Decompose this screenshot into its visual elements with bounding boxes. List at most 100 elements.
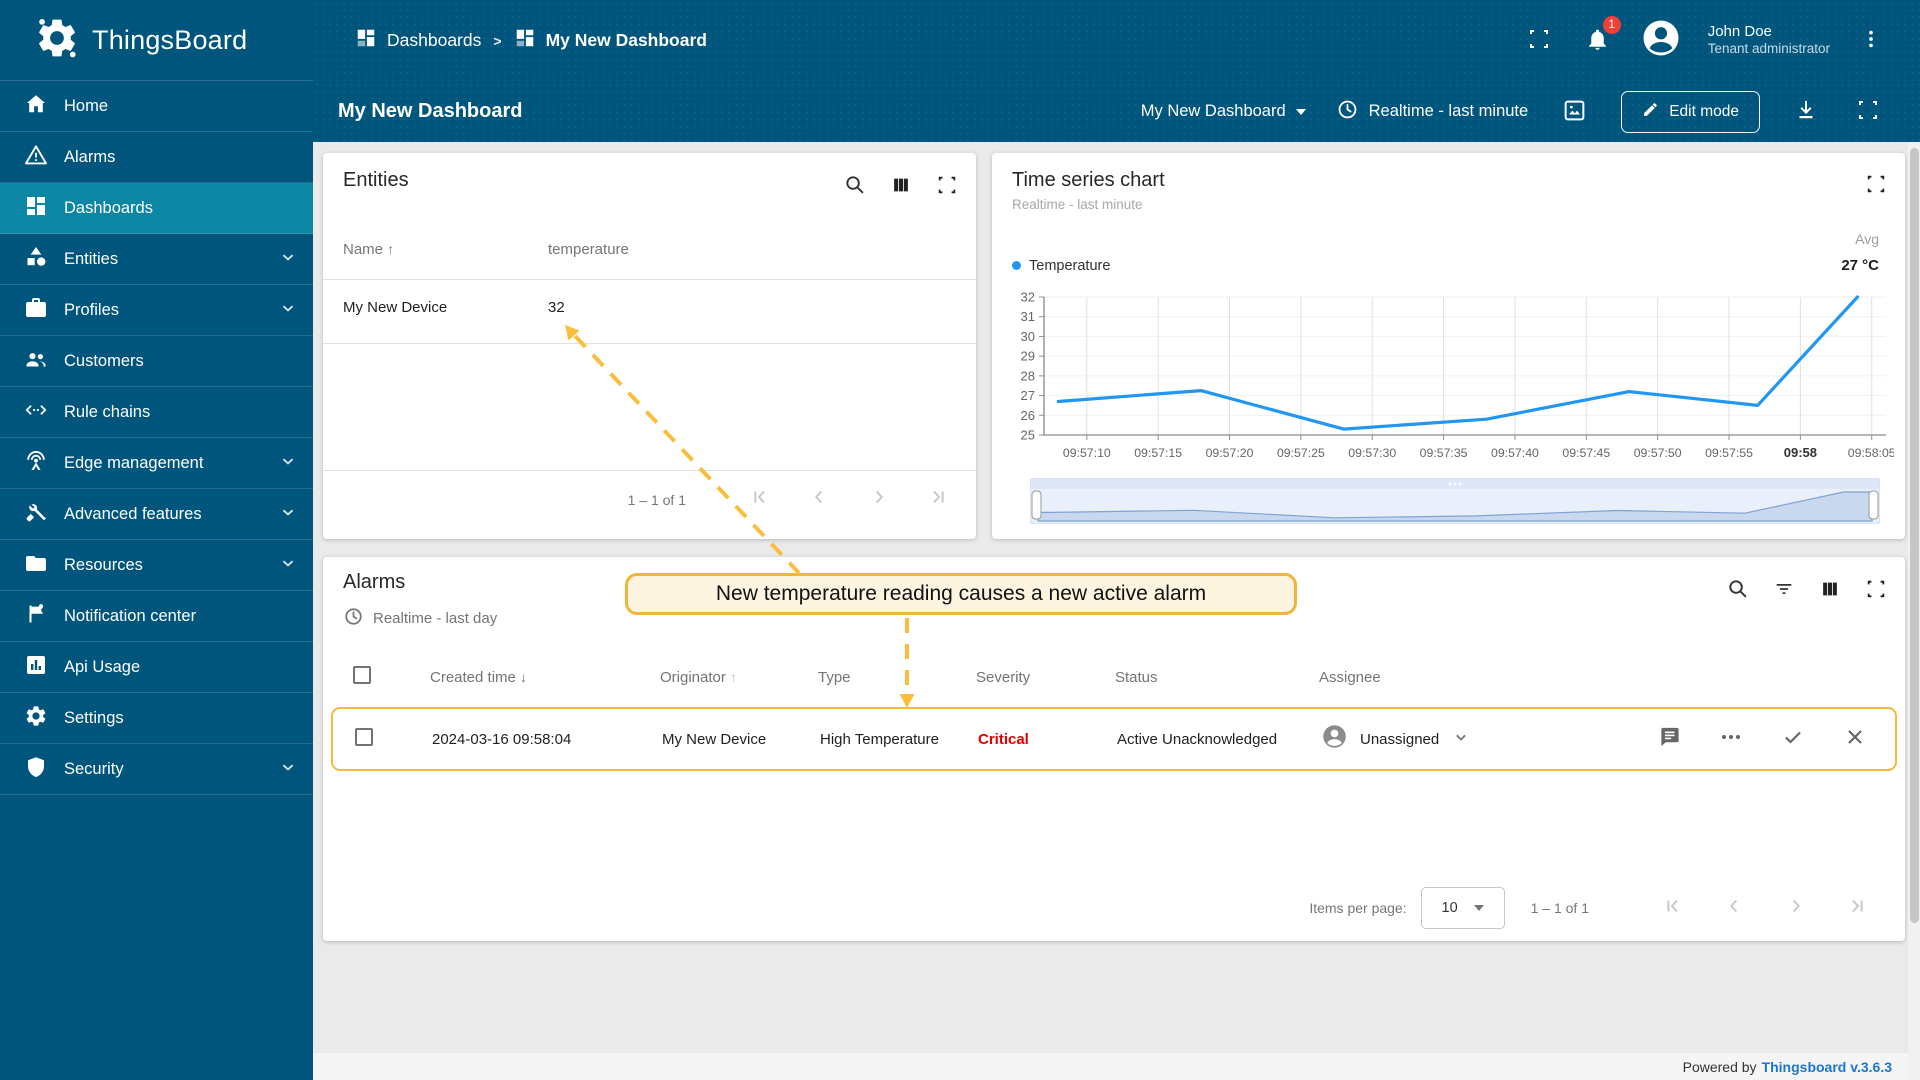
sidebar-item-edge-management[interactable]: Edge management: [0, 438, 313, 489]
sidebar-item-advanced-features[interactable]: Advanced features: [0, 489, 313, 540]
filter-icon: [1773, 578, 1795, 603]
alarm-clear-button[interactable]: [1843, 725, 1867, 754]
sidebar-item-home[interactable]: Home: [0, 81, 313, 132]
chart-navigator[interactable]: [1030, 478, 1880, 524]
folder-icon: [24, 551, 48, 580]
navigator-right-handle: [1868, 490, 1879, 520]
svg-text:25: 25: [1021, 428, 1035, 443]
alarms-col-created[interactable]: Created time ↓: [430, 669, 660, 686]
last-page-icon[interactable]: [1847, 895, 1869, 922]
chevron-down-icon: [1451, 727, 1471, 752]
sidebar-item-entities[interactable]: Entities: [0, 234, 313, 285]
alarm-row[interactable]: 2024-03-16 09:58:04 My New Device High T…: [331, 707, 1897, 771]
alarm-row-checkbox[interactable]: [355, 727, 373, 746]
topbar: Dashboards > My New Dashboard 1 John Doe…: [313, 0, 1920, 81]
svg-text:09:57:25: 09:57:25: [1277, 446, 1325, 460]
avatar[interactable]: [1640, 17, 1682, 64]
brand-logo[interactable]: ThingsBoard: [0, 0, 313, 81]
svg-text:09:57:35: 09:57:35: [1420, 446, 1468, 460]
sidebar-item-label: Entities: [64, 249, 119, 268]
sidebar-item-label: Rule chains: [64, 402, 151, 421]
entities-search-button[interactable]: [839, 169, 870, 203]
entities-col-name[interactable]: Name ↑: [343, 241, 394, 258]
timeseries-chart[interactable]: 32 31 30 29 28 27 26 25 09:57:10 09:57:15 09:57:20…: [1004, 291, 1894, 473]
user-menu[interactable]: John Doe Tenant administrator: [1708, 23, 1830, 59]
alarms-filter-button[interactable]: [1769, 573, 1799, 607]
dashboard-image-button[interactable]: [1558, 94, 1591, 130]
first-page-icon[interactable]: [1661, 895, 1683, 922]
sidebar-item-dashboards[interactable]: Dashboards: [0, 183, 313, 234]
svg-text:09:58:05: 09:58:05: [1848, 446, 1894, 460]
alarms-col-type[interactable]: Type: [818, 669, 976, 686]
sidebar-item-settings[interactable]: Settings: [0, 693, 313, 744]
alarms-title: Alarms: [343, 571, 406, 593]
columns-icon: [890, 174, 912, 199]
legend-series-label[interactable]: Temperature: [1029, 258, 1110, 274]
edit-mode-button[interactable]: Edit mode: [1621, 90, 1760, 133]
scrollbar[interactable]: [1908, 142, 1920, 1080]
select-all-checkbox[interactable]: [353, 665, 371, 684]
timewindow-button[interactable]: Realtime - last minute: [1336, 98, 1528, 126]
download-button[interactable]: [1790, 94, 1822, 129]
chart-fullscreen-button[interactable]: [1861, 169, 1891, 202]
svg-text:29: 29: [1021, 349, 1035, 364]
sidebar-item-resources[interactable]: Resources: [0, 540, 313, 591]
fullscreen-button[interactable]: [1523, 23, 1555, 58]
dashboard-select[interactable]: My New Dashboard: [1141, 102, 1306, 121]
image-icon: [1562, 98, 1587, 126]
sidebar-item-label: Security: [64, 759, 124, 778]
sidebar-item-label: Api Usage: [64, 657, 141, 676]
breadcrumb: Dashboards > My New Dashboard: [313, 27, 707, 54]
sort-up-icon: ↑: [387, 241, 395, 257]
alarm-assignee-select[interactable]: Unassigned: [1321, 723, 1645, 755]
alarms-timewindow[interactable]: Realtime - last day: [373, 610, 497, 627]
brand-name: ThingsBoard: [92, 24, 248, 55]
entities-columns-button[interactable]: [886, 169, 916, 203]
sidebar-item-rule-chains[interactable]: Rule chains: [0, 387, 313, 438]
api-chart-icon: [24, 653, 48, 682]
items-per-page-select[interactable]: 10: [1420, 887, 1505, 929]
prev-page-icon[interactable]: [808, 486, 830, 513]
alarm-acknowledge-button[interactable]: [1781, 725, 1805, 754]
version-link[interactable]: Thingsboard v.3.6.3: [1762, 1059, 1892, 1075]
chevron-down-icon: [277, 450, 299, 477]
breadcrumb-current[interactable]: My New Dashboard: [514, 27, 707, 54]
alarms-col-assignee[interactable]: Assignee: [1319, 669, 1655, 686]
alarm-more-button[interactable]: [1719, 725, 1743, 754]
sidebar-item-security[interactable]: Security: [0, 744, 313, 795]
entities-col-temperature[interactable]: temperature: [548, 241, 629, 258]
alarms-col-status[interactable]: Status: [1115, 669, 1319, 686]
sidebar-item-customers[interactable]: Customers: [0, 336, 313, 387]
kebab-menu-icon: [1860, 28, 1882, 53]
next-page-icon[interactable]: [868, 486, 890, 513]
alarm-type: High Temperature: [820, 730, 939, 748]
alarm-details-button[interactable]: [1658, 725, 1681, 753]
download-icon: [1794, 98, 1818, 125]
toolbar-fullscreen-button[interactable]: [1852, 94, 1884, 129]
chevron-down-icon: [277, 756, 299, 783]
alarms-columns-button[interactable]: [1815, 573, 1845, 607]
entities-fullscreen-button[interactable]: [932, 169, 962, 203]
sort-down-icon: ↓: [520, 668, 528, 685]
alarms-fullscreen-button[interactable]: [1861, 573, 1891, 607]
last-page-icon[interactable]: [928, 486, 950, 513]
scrollbar-thumb[interactable]: [1909, 148, 1919, 923]
first-page-icon[interactable]: [748, 486, 770, 513]
notification-badge: 1: [1602, 15, 1621, 34]
sidebar-item-api-usage[interactable]: Api Usage: [0, 642, 313, 693]
alarms-search-button[interactable]: [1722, 573, 1753, 607]
entity-row-name[interactable]: My New Device: [343, 299, 447, 316]
sidebar-item-alarms[interactable]: Alarms: [0, 132, 313, 183]
prev-page-icon[interactable]: [1723, 895, 1745, 922]
kebab-menu-button[interactable]: [1856, 24, 1886, 57]
breadcrumb-dashboards[interactable]: Dashboards: [355, 27, 481, 54]
entity-row-temperature[interactable]: 32: [548, 299, 565, 316]
sidebar-item-notification-center[interactable]: Notification center: [0, 591, 313, 642]
alarms-col-originator[interactable]: Originator ↑: [660, 669, 818, 686]
notifications-button[interactable]: 1: [1581, 15, 1621, 59]
alarms-col-severity[interactable]: Severity: [976, 669, 1115, 686]
sidebar-item-profiles[interactable]: Profiles: [0, 285, 313, 336]
svg-text:09:57:30: 09:57:30: [1348, 446, 1396, 460]
next-page-icon[interactable]: [1785, 895, 1807, 922]
sidebar: ThingsBoard Home Alarms Dashboards Entities…: [0, 0, 313, 1080]
